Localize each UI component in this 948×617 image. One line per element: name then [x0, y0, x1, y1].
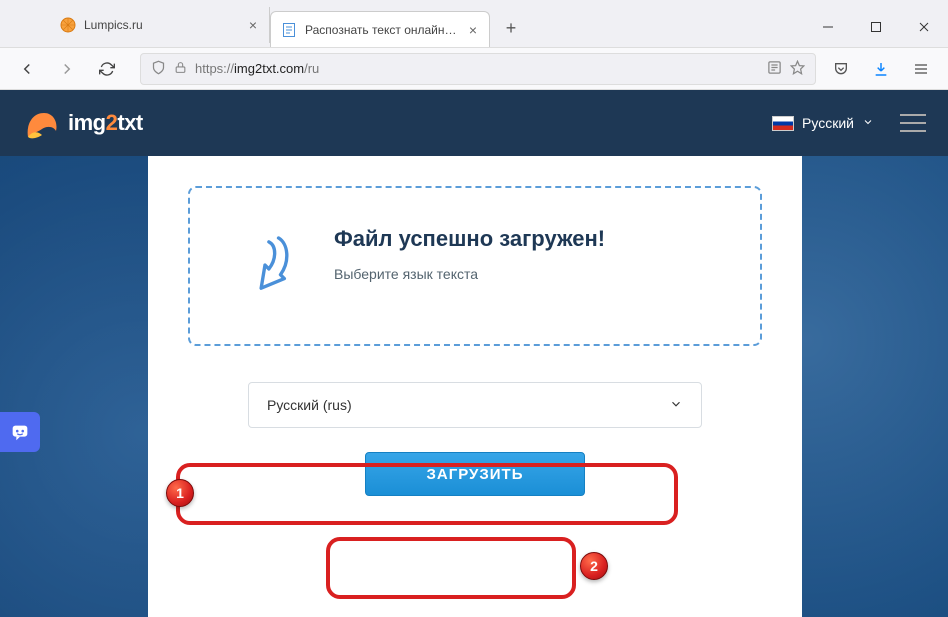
reload-button[interactable]: [92, 54, 122, 84]
browser-titlebar: Lumpics.ru × Распознать текст онлайн с к…: [0, 0, 948, 48]
reader-icon[interactable]: [767, 60, 782, 78]
tab-lumpics[interactable]: Lumpics.ru ×: [50, 7, 270, 43]
browser-toolbar: https://img2txt.com/ru: [0, 48, 948, 90]
arrow-down-icon: [236, 232, 294, 300]
upload-title: Файл успешно загружен!: [334, 226, 714, 252]
upload-status-box: Файл успешно загружен! Выберите язык тек…: [188, 186, 762, 346]
chevron-down-icon: [669, 397, 683, 414]
select-value: Русский (rus): [267, 397, 352, 413]
upload-subtitle: Выберите язык текста: [334, 266, 714, 282]
pocket-icon[interactable]: [826, 54, 856, 84]
menu-icon[interactable]: [906, 54, 936, 84]
submit-button[interactable]: ЗАГРУЗИТЬ: [365, 452, 585, 496]
help-widget-button[interactable]: [0, 412, 40, 452]
minimize-button[interactable]: [804, 7, 852, 47]
language-switcher[interactable]: Русский: [772, 115, 874, 131]
annotation-box-2: [326, 537, 576, 599]
close-window-button[interactable]: [900, 7, 948, 47]
hamburger-menu[interactable]: [900, 114, 926, 132]
lock-icon: [174, 61, 187, 77]
address-bar[interactable]: https://img2txt.com/ru: [140, 53, 816, 85]
chevron-down-icon: [862, 115, 874, 131]
language-select[interactable]: Русский (rus): [248, 382, 702, 428]
tab-title: Lumpics.ru: [84, 18, 239, 32]
main-card: Файл успешно загружен! Выберите язык тек…: [148, 156, 802, 617]
back-button[interactable]: [12, 54, 42, 84]
logo-text: img2txt: [68, 110, 143, 136]
tab-title: Распознать текст онлайн с ка: [305, 23, 459, 37]
annotation-badge-1: 1: [166, 479, 194, 507]
window-controls: [804, 7, 948, 47]
forward-button[interactable]: [52, 54, 82, 84]
site-header: img2txt Русский: [0, 90, 948, 156]
favicon-doc-icon: [281, 22, 297, 38]
star-icon[interactable]: [790, 60, 805, 78]
site-logo[interactable]: img2txt: [22, 103, 143, 143]
tab-strip: Lumpics.ru × Распознать текст онлайн с к…: [0, 7, 804, 47]
url-text: https://img2txt.com/ru: [195, 61, 759, 76]
close-icon[interactable]: ×: [467, 20, 479, 40]
tab-img2txt[interactable]: Распознать текст онлайн с ка ×: [270, 11, 490, 47]
shield-icon: [151, 60, 166, 78]
page-viewport: img2txt Русский Файл успешно загружен! В…: [0, 90, 948, 617]
maximize-button[interactable]: [852, 7, 900, 47]
close-icon[interactable]: ×: [247, 15, 259, 35]
favicon-orange-icon: [60, 17, 76, 33]
logo-mark-icon: [22, 103, 62, 143]
flag-ru-icon: [772, 116, 794, 131]
language-label: Русский: [802, 115, 854, 131]
new-tab-button[interactable]: +: [496, 13, 526, 43]
annotation-badge-2: 2: [580, 552, 608, 580]
download-icon[interactable]: [866, 54, 896, 84]
